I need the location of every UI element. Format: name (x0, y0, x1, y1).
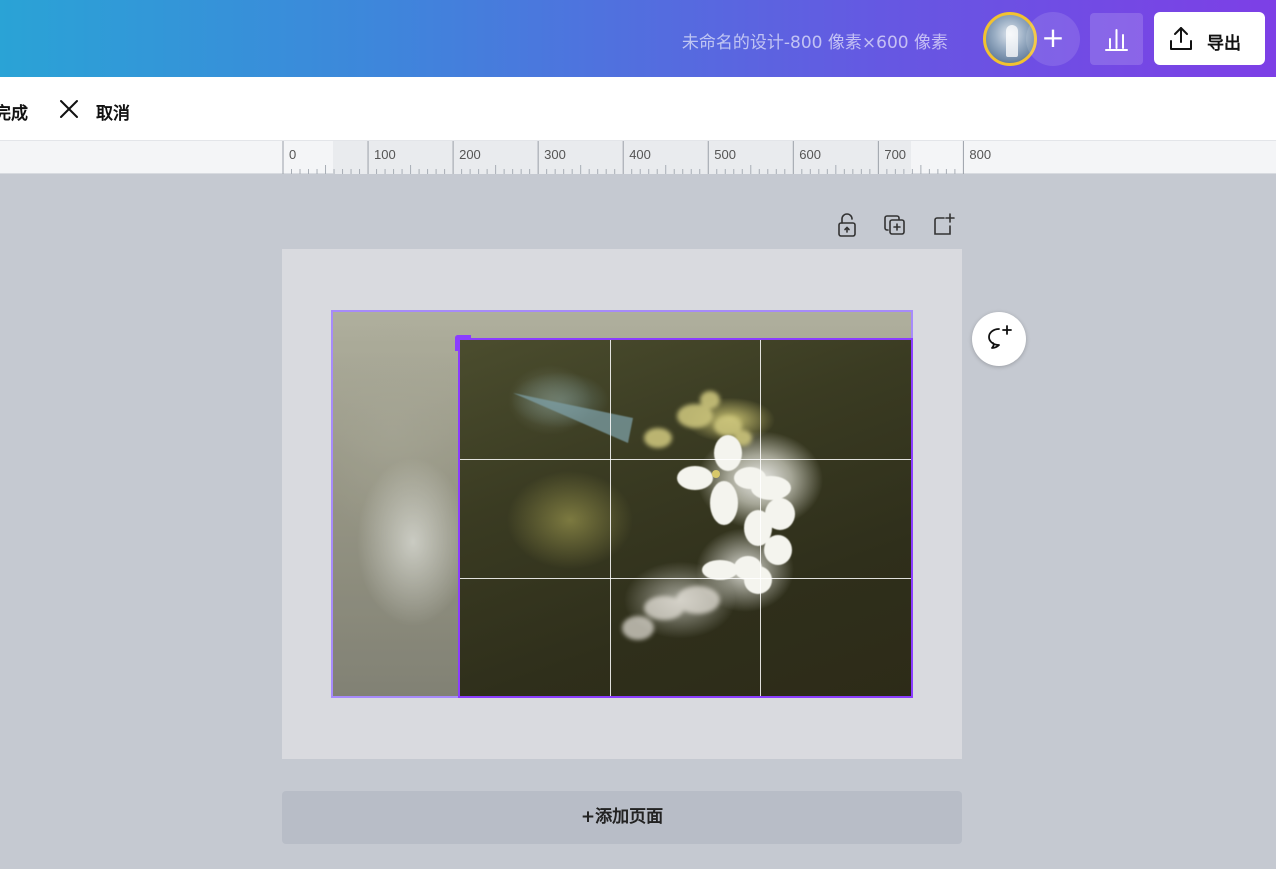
add-collaborator-button[interactable]: + (1026, 12, 1080, 66)
avatar-figure (1006, 25, 1018, 57)
add-comment-icon (988, 325, 1012, 349)
ruler-label: 200 (459, 147, 481, 162)
ruler-ticks: 0 100 200 300 400 500 600 700 800 (282, 141, 991, 174)
flower-photo (513, 391, 795, 640)
bar-chart-icon (1105, 29, 1128, 51)
export-button[interactable]: 导出 (1154, 12, 1265, 65)
add-comment-button[interactable] (972, 312, 1026, 366)
done-button[interactable]: 完成 (0, 99, 28, 124)
crop-action-bar: 完成 取消 (0, 77, 1276, 141)
ruler-label: 0 (289, 147, 296, 162)
ruler-label: 500 (714, 147, 736, 162)
horizontal-ruler: 0 100 200 300 400 500 600 700 800 (0, 141, 1276, 174)
insights-button[interactable] (1090, 13, 1143, 65)
ruler-label: 700 (884, 147, 906, 162)
grid-line (610, 340, 611, 696)
lock-icon[interactable] (832, 210, 862, 240)
cancel-button[interactable]: 取消 (96, 99, 130, 124)
grid-line (460, 459, 911, 460)
top-bar: 未命名的设计-800 像素×600 像素 + 导出 (0, 0, 1276, 77)
document-title[interactable]: 未命名的设计-800 像素×600 像素 (682, 28, 948, 53)
add-page-icon[interactable] (928, 210, 958, 240)
crop-handle-top-left[interactable] (455, 335, 471, 351)
grid-line (460, 578, 911, 579)
close-icon[interactable] (58, 98, 80, 120)
add-page-button[interactable]: +添加页面 (282, 791, 962, 844)
ruler-label: 800 (969, 147, 991, 162)
image-crop-area[interactable] (458, 338, 913, 698)
ruler-label: 100 (374, 147, 396, 162)
page-tools (832, 208, 962, 242)
duplicate-page-icon[interactable] (880, 210, 910, 240)
ruler-label: 600 (799, 147, 821, 162)
upload-icon (1170, 27, 1192, 50)
grid-line (760, 340, 761, 696)
export-label: 导出 (1207, 34, 1241, 54)
ruler-label: 300 (544, 147, 566, 162)
ruler-label: 400 (629, 147, 651, 162)
